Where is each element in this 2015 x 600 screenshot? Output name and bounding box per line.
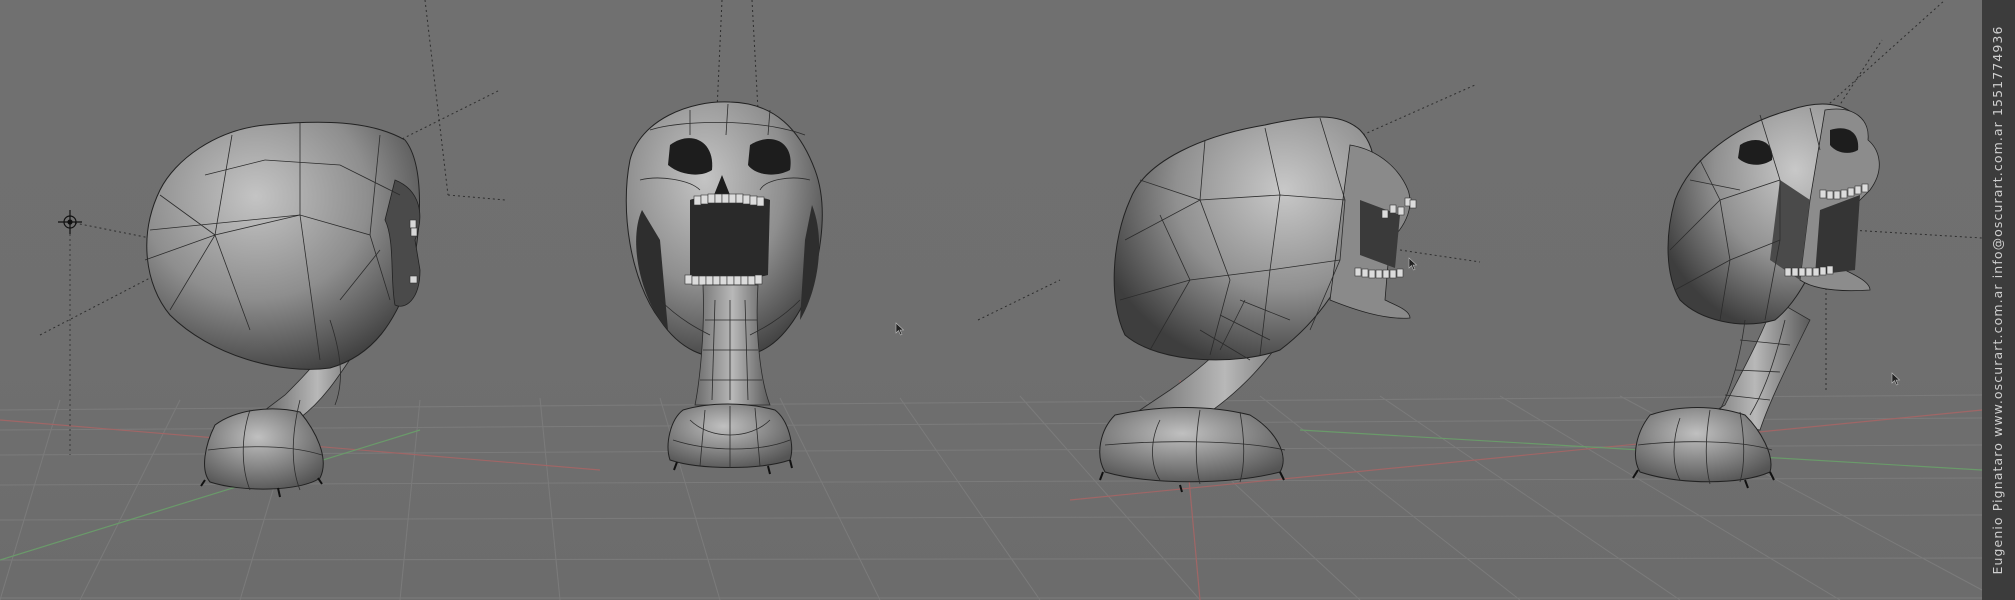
- skull-view-front: [625, 101, 823, 475]
- skull-base: [204, 408, 324, 490]
- mouth-cavity: [690, 196, 770, 281]
- viewport-canvas: [0, 0, 1983, 600]
- skull-view-side-right: [1099, 116, 1417, 493]
- mouse-cursor-icon: [1408, 257, 1418, 271]
- skull-view-side-left: [144, 121, 421, 498]
- skull-cranium: [146, 121, 420, 370]
- artist-credit: Eugenio Pignataro www.oscurart.com.ar in…: [1990, 25, 2005, 575]
- 3d-cursor-icon: [58, 210, 82, 455]
- teeth-lower: [684, 274, 763, 286]
- skull-base: [1099, 407, 1284, 483]
- skull-view-three-quarter: [1632, 103, 1880, 489]
- skull-cranium: [1113, 116, 1376, 361]
- mouse-cursor-icon: [1891, 372, 1901, 386]
- viewport-3d[interactable]: [0, 0, 2015, 600]
- mouse-cursor-icon: [895, 322, 905, 336]
